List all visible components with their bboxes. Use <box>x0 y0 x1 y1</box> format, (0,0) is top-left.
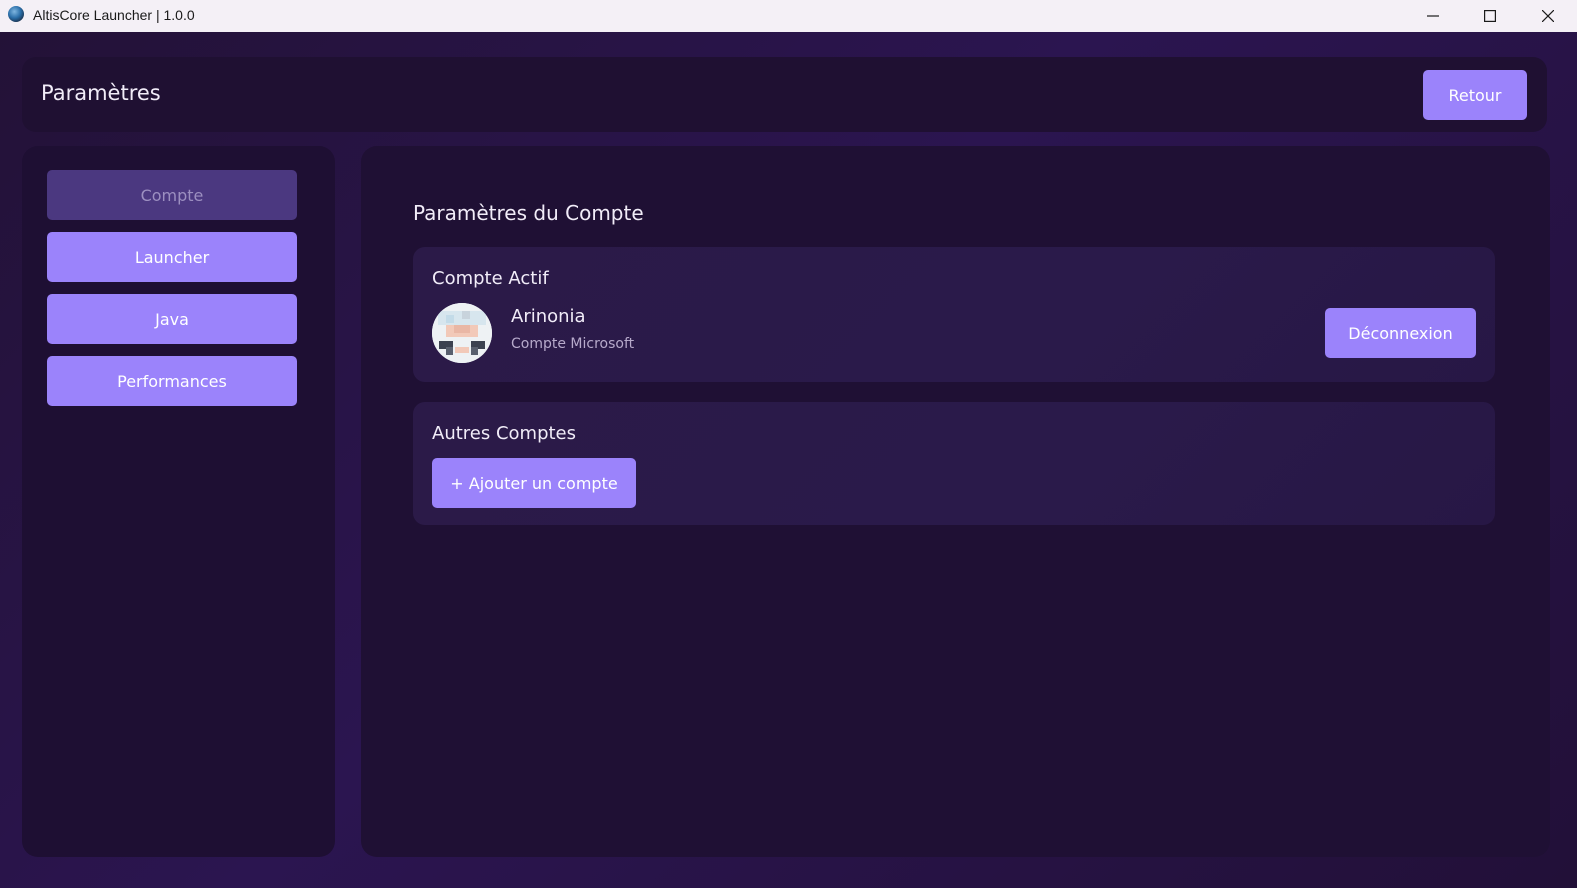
header-bar: Paramètres Retour <box>22 57 1547 132</box>
settings-panel: Paramètres du Compte Compte Actif Arinon… <box>361 146 1550 857</box>
add-account-button[interactable]: + Ajouter un compte <box>432 458 636 508</box>
globe-icon <box>8 6 24 22</box>
active-account-card: Compte Actif Arinonia Compte Microsoft D… <box>413 247 1495 382</box>
section-title: Paramètres du Compte <box>413 201 644 225</box>
sidebar-item-performances[interactable]: Performances <box>47 356 297 406</box>
sidebar-item-java[interactable]: Java <box>47 294 297 344</box>
window-title: AltisCore Launcher | 1.0.0 <box>33 7 195 23</box>
minimize-button[interactable] <box>1405 0 1461 32</box>
other-accounts-card: Autres Comptes + Ajouter un compte <box>413 402 1495 525</box>
account-name: Arinonia <box>511 306 586 327</box>
account-type: Compte Microsoft <box>511 336 635 352</box>
settings-sidebar: Compte Launcher Java Performances <box>22 146 335 857</box>
close-button[interactable] <box>1520 0 1576 32</box>
page-title: Paramètres <box>41 81 161 105</box>
sidebar-item-compte[interactable]: Compte <box>47 170 297 220</box>
minimize-icon <box>1427 15 1439 17</box>
window-titlebar: AltisCore Launcher | 1.0.0 <box>0 0 1577 32</box>
active-account-heading: Compte Actif <box>432 268 549 289</box>
avatar <box>432 303 492 363</box>
maximize-icon <box>1484 10 1496 22</box>
app-body: Paramètres Retour Compte Launcher Java P… <box>0 32 1577 888</box>
back-button[interactable]: Retour <box>1423 70 1527 120</box>
logout-button[interactable]: Déconnexion <box>1325 308 1476 358</box>
other-accounts-heading: Autres Comptes <box>432 423 577 444</box>
player-head-icon <box>432 303 492 363</box>
sidebar-item-launcher[interactable]: Launcher <box>47 232 297 282</box>
maximize-button[interactable] <box>1462 0 1518 32</box>
close-icon <box>1542 10 1554 22</box>
